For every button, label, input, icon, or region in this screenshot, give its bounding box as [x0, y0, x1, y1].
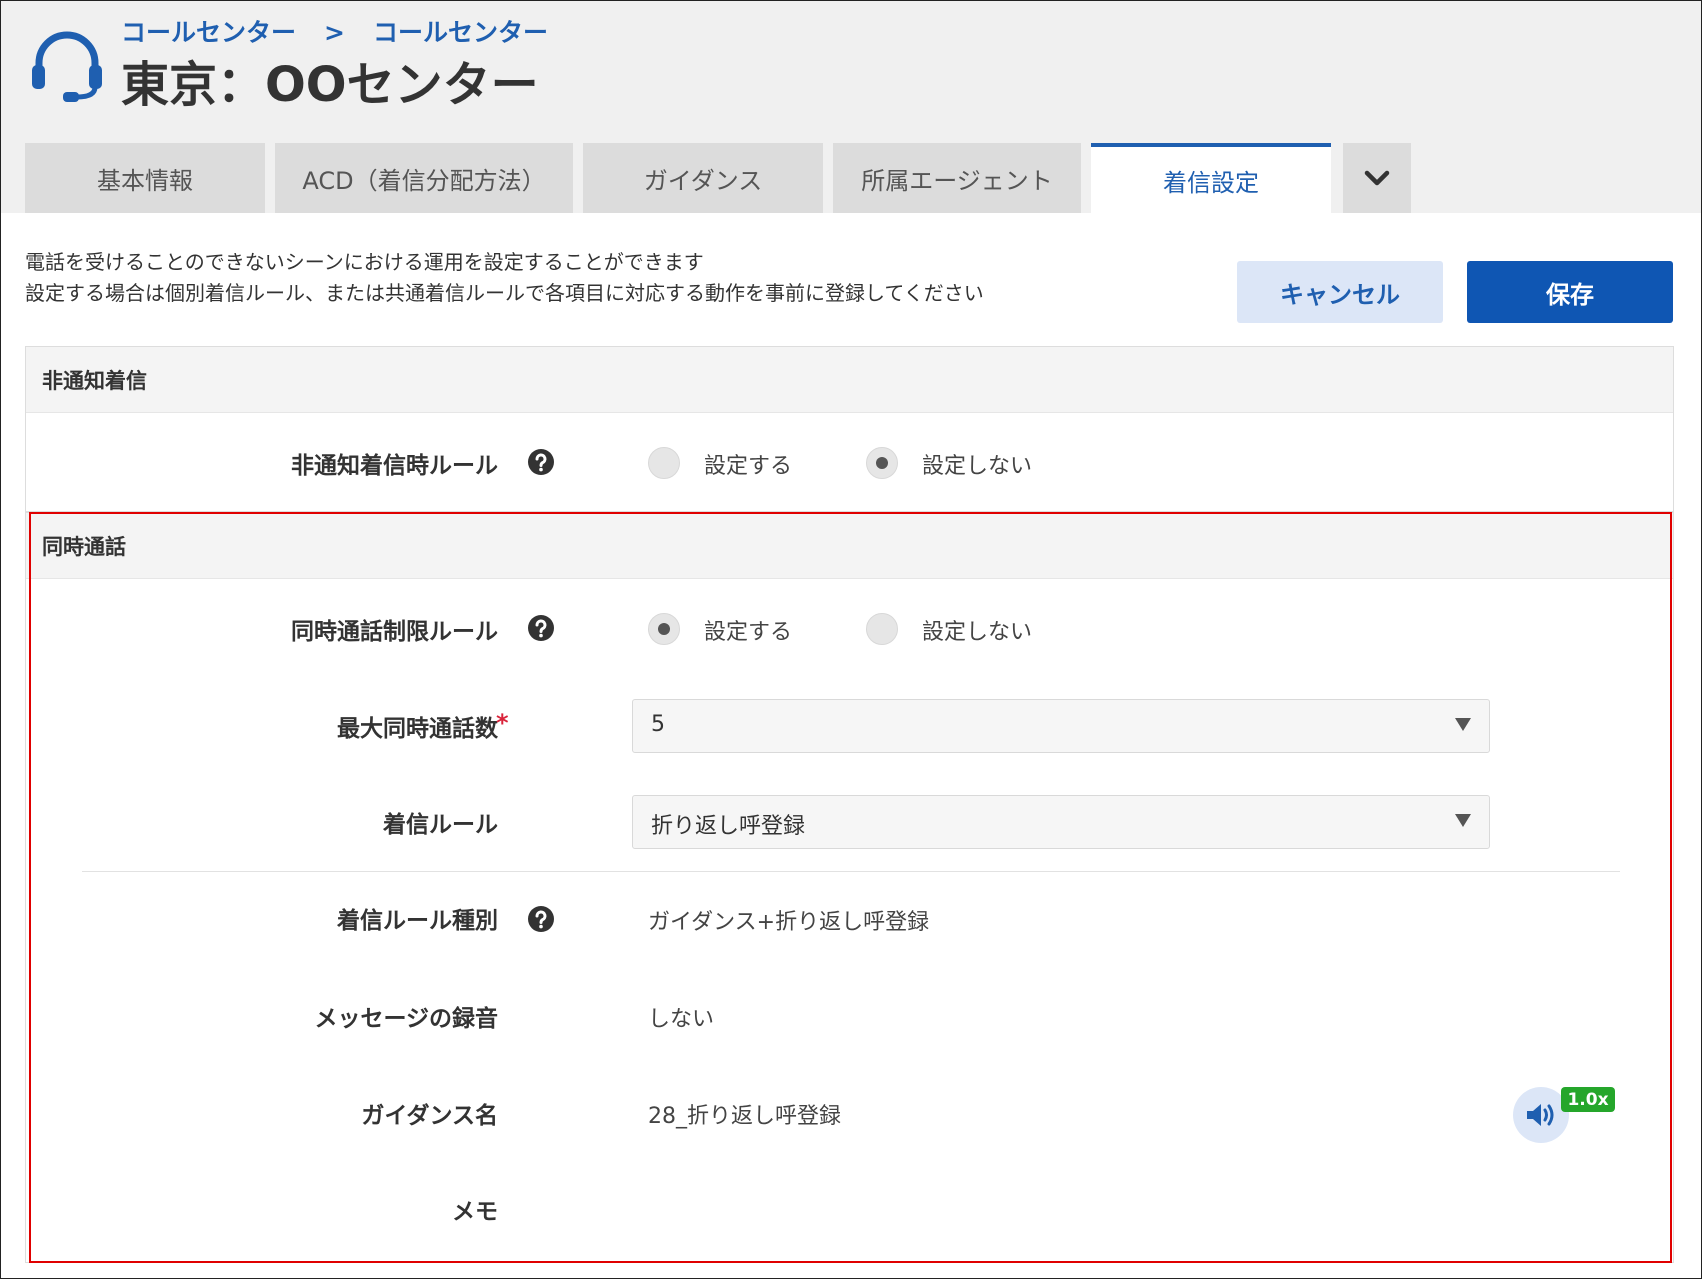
app-frame: コールセンター > コールセンター 東京：OOセンター 基本情報 ACD（着信分配方… — [0, 0, 1702, 1279]
rule-type-label: 着信ルール種別 — [337, 908, 498, 934]
anonymous-radio-disable[interactable] — [866, 447, 898, 479]
help-icon[interactable] — [528, 449, 554, 475]
section-title: 同時通話 — [26, 513, 1673, 579]
section-concurrent-call: 同時通話 同時通話制限ルール 設定する 設定しない 最大同時通話数 * 5 着信… — [25, 512, 1674, 1263]
incoming-rule-select[interactable]: 折り返し呼登録 — [632, 795, 1490, 849]
caret-down-icon — [1455, 814, 1471, 827]
anonymous-radio-enable[interactable] — [648, 447, 680, 479]
description-line-2: 設定する場合は個別着信ルール、または共通着信ルールで各項目に対応する動作を事前に… — [25, 281, 984, 305]
guidance-name-value: 28_折り返し呼登録 — [648, 1104, 841, 1129]
radio-label-disable: 設定しない — [922, 620, 1033, 645]
help-icon[interactable] — [528, 906, 554, 932]
speaker-icon — [1527, 1104, 1554, 1126]
page-description: 電話を受けることのできないシーンにおける運用を設定することができます 設定する場… — [25, 247, 984, 309]
playback-speed-badge[interactable]: 1.0x — [1561, 1087, 1615, 1112]
concurrent-radio-enable[interactable] — [648, 613, 680, 645]
radio-label-enable: 設定する — [704, 620, 793, 645]
help-icon[interactable] — [528, 615, 554, 641]
description-line-1: 電話を受けることのできないシーンにおける運用を設定することができます — [25, 250, 704, 274]
message-recording-label: メッセージの録音 — [314, 1006, 498, 1032]
headset-icon — [32, 31, 102, 102]
radio-label-disable: 設定しない — [922, 454, 1033, 479]
breadcrumb-separator: > — [324, 18, 345, 47]
breadcrumb-item-callcenter[interactable]: コールセンター — [121, 13, 296, 49]
radio-label-enable: 設定する — [704, 454, 793, 479]
more-tabs-button[interactable] — [1343, 143, 1411, 213]
max-concurrent-select[interactable]: 5 — [632, 699, 1490, 753]
guidance-name-label: ガイダンス名 — [361, 1103, 498, 1129]
concurrent-limit-label: 同時通話制限ルール — [291, 619, 498, 645]
message-recording-value: しない — [648, 1007, 715, 1032]
rule-type-value: ガイダンス+折り返し呼登録 — [648, 910, 930, 935]
tab-agents[interactable]: 所属エージェント — [833, 143, 1081, 213]
tab-acd[interactable]: ACD（着信分配方法） — [275, 143, 573, 213]
divider — [82, 871, 1620, 872]
memo-label: メモ — [452, 1199, 498, 1225]
required-mark: * — [496, 709, 509, 737]
section-title: 非通知着信 — [26, 347, 1673, 413]
page-title: 東京：OOセンター — [121, 57, 539, 113]
tab-incoming-settings[interactable]: 着信設定 — [1091, 143, 1331, 213]
anonymous-rule-label: 非通知着信時ルール — [291, 453, 498, 479]
tab-guidance[interactable]: ガイダンス — [583, 143, 823, 213]
caret-down-icon — [1455, 718, 1471, 731]
max-concurrent-label: 最大同時通話数 — [337, 716, 498, 742]
cancel-button[interactable]: キャンセル — [1237, 261, 1443, 323]
section-anonymous-call: 非通知着信 非通知着信時ルール 設定する 設定しない — [25, 346, 1674, 512]
save-button[interactable]: 保存 — [1467, 261, 1673, 323]
select-value: 折り返し呼登録 — [651, 814, 806, 839]
breadcrumb: コールセンター > コールセンター — [121, 13, 548, 49]
chevron-down-icon — [1364, 170, 1390, 186]
incoming-rule-label: 着信ルール — [383, 812, 498, 838]
concurrent-radio-disable[interactable] — [866, 613, 898, 645]
select-value: 5 — [651, 712, 665, 737]
page-header: コールセンター > コールセンター 東京：OOセンター 基本情報 ACD（着信分配方… — [1, 1, 1701, 213]
breadcrumb-item-callcenter-current[interactable]: コールセンター — [373, 13, 548, 49]
tab-basic-info[interactable]: 基本情報 — [25, 143, 265, 213]
